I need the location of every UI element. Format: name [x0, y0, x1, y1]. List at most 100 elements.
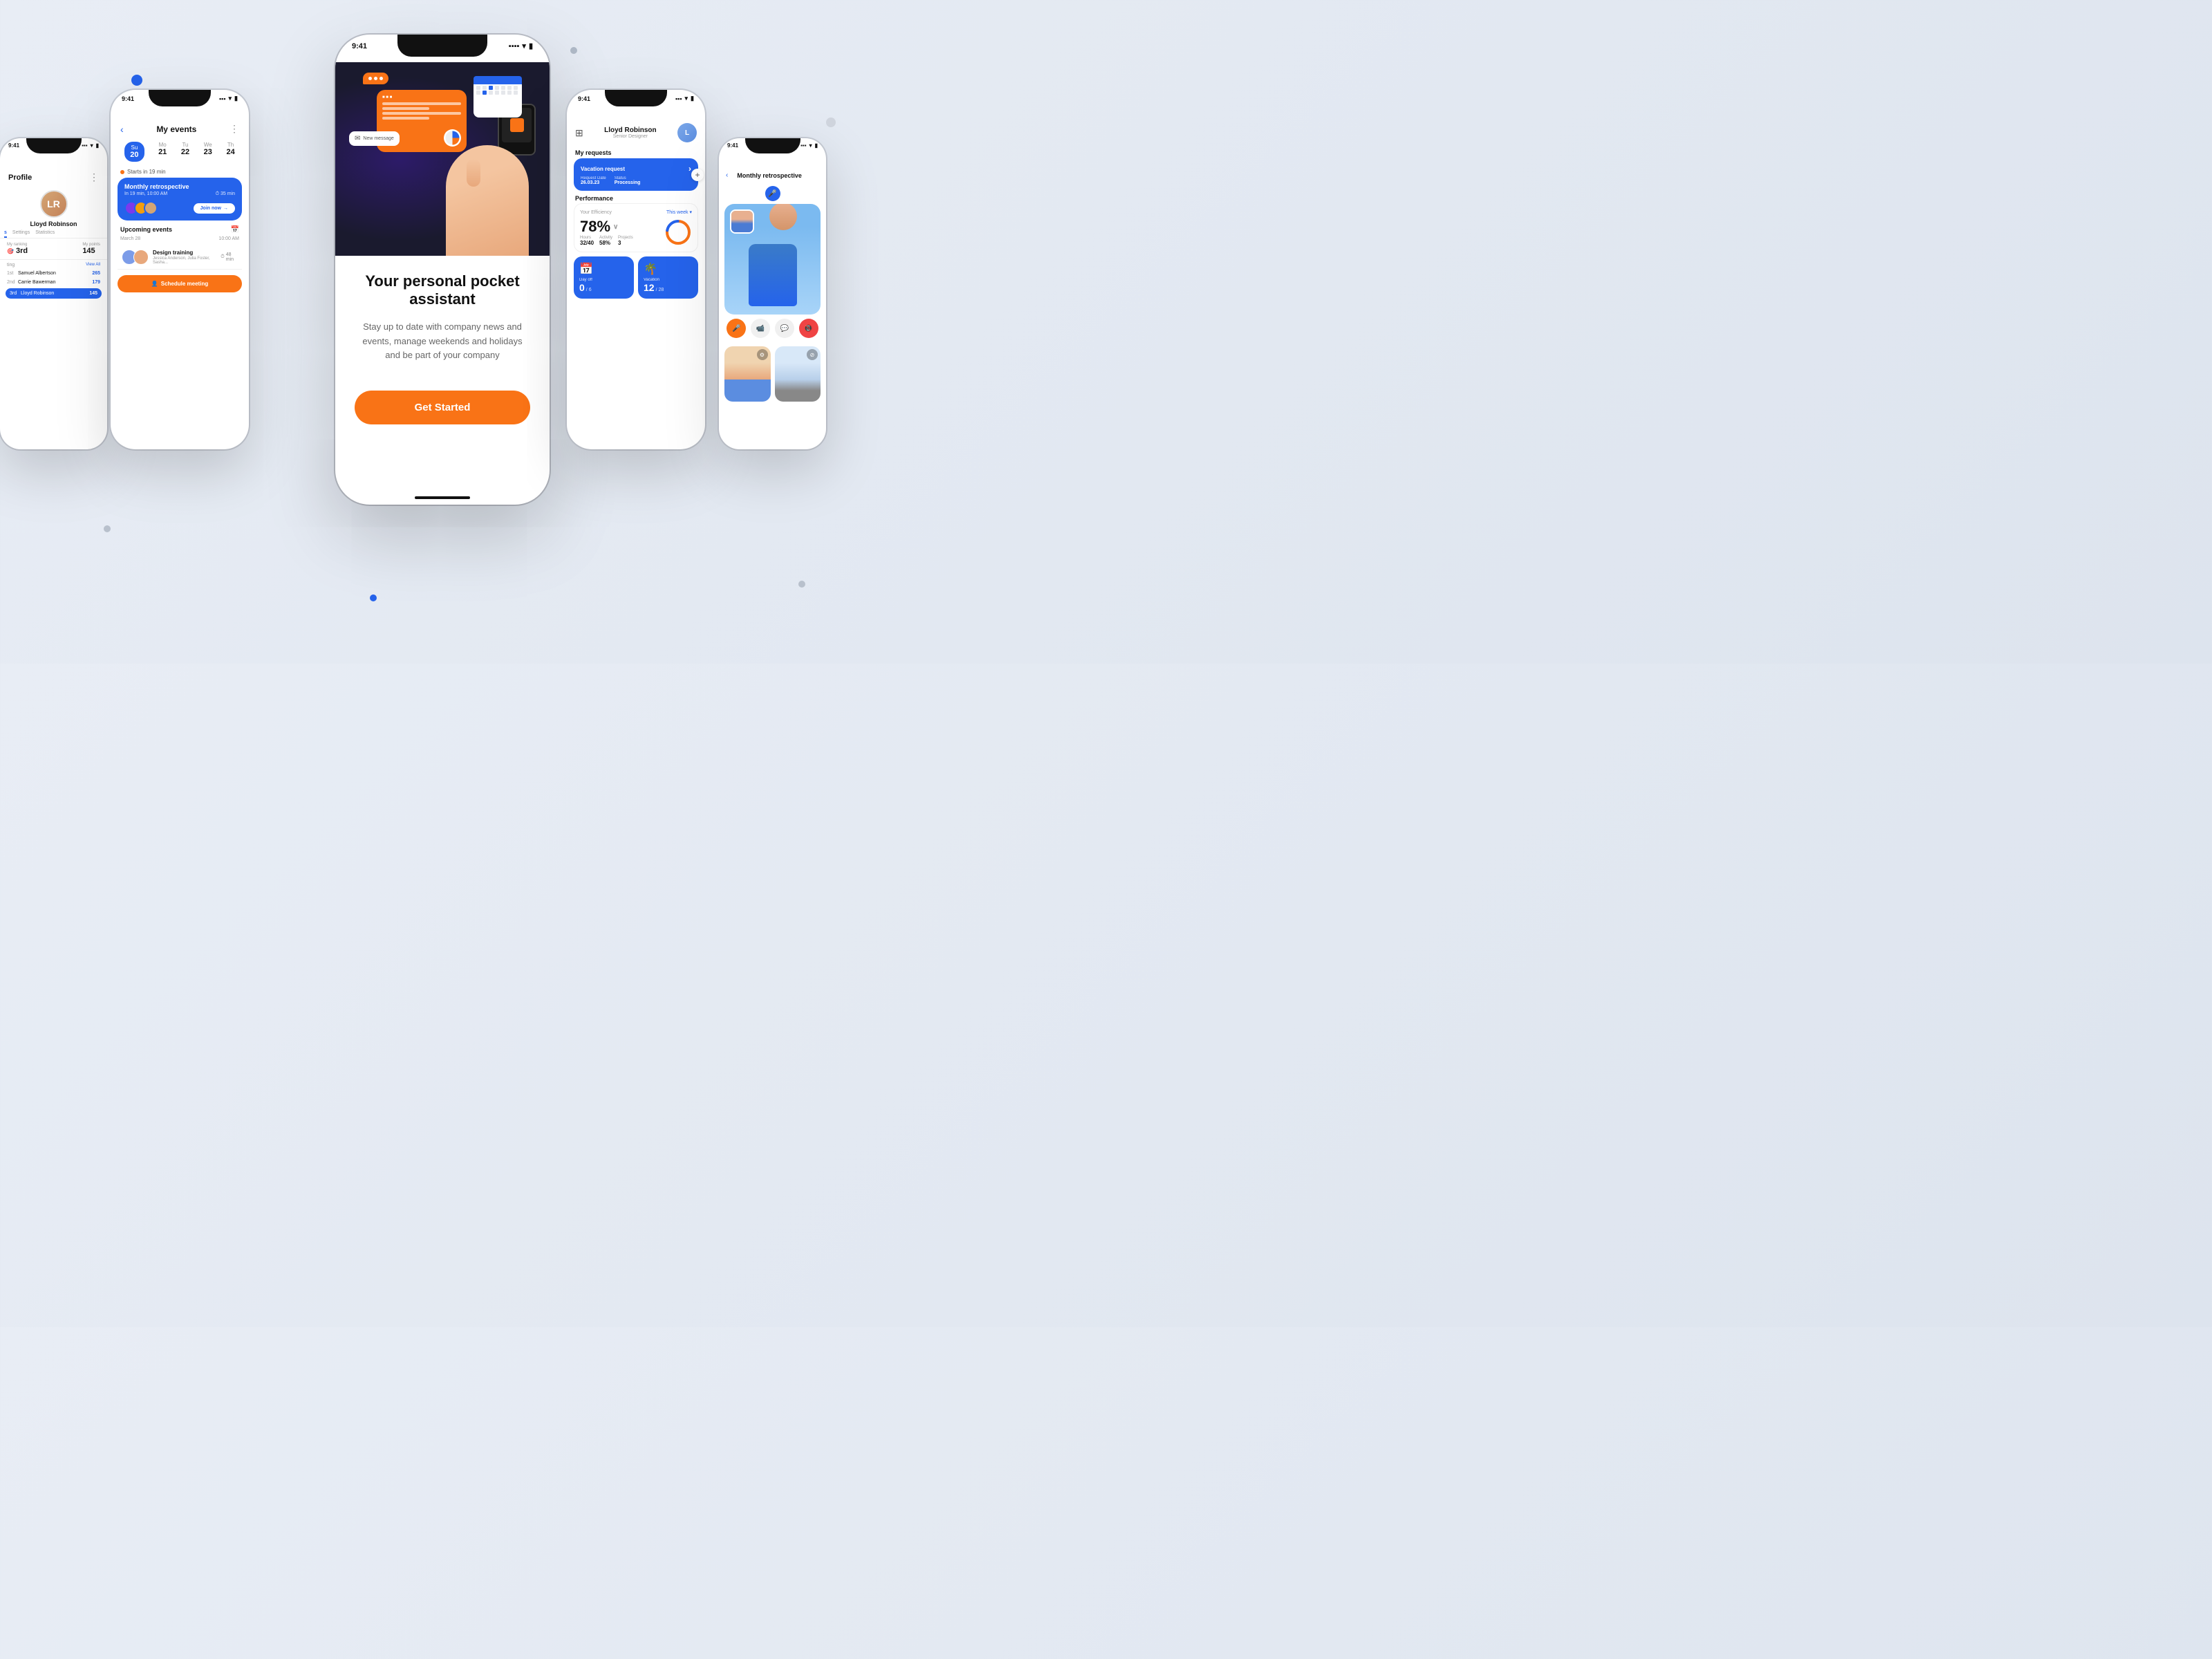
rank-score-2: 179 — [92, 280, 100, 285]
profile-menu-icon[interactable]: ⋮ — [89, 171, 99, 183]
days-strip: Su 20 Mo 21 Tu 22 We 23 Th 24 — [111, 138, 249, 166]
day-num-2: 22 — [181, 148, 189, 156]
mic-icon[interactable]: 🎤 — [765, 186, 780, 201]
rank-position-2: 2nd — [7, 280, 15, 285]
day-sunday[interactable]: Su 20 — [124, 142, 144, 162]
person-body — [749, 244, 797, 306]
ranking-icon: 🎯 — [7, 248, 14, 254]
day-off-card[interactable]: 📅 Day off 0 / 6 — [574, 256, 634, 299]
back-button-2[interactable]: ‹ — [120, 124, 124, 135]
profile-header: Profile ⋮ — [0, 166, 107, 186]
phone5-content: ‹ Monthly retrospective 🎤 🎤 📹 💬 📵 — [719, 166, 826, 449]
vacation-card[interactable]: 🌴 Vacation 12 / 28 — [638, 256, 698, 299]
decorative-dot-gray-1 — [570, 47, 577, 54]
back-button-5[interactable]: ‹ — [726, 171, 728, 179]
vacation-value: 12 — [644, 282, 655, 293]
chat-button[interactable]: 💬 — [775, 319, 794, 338]
request-card-header: Vacation request › — [581, 164, 691, 174]
request-date-info: Request Date 26.03.23 — [581, 176, 606, 185]
self-video-content — [731, 211, 753, 232]
status-label: Status — [615, 176, 641, 180]
main-subtitle: Stay up to date with company news and ev… — [355, 320, 530, 363]
request-date-value: 26.03.23 — [581, 180, 606, 185]
points-value: 145 — [82, 247, 100, 255]
arrow-icon: → — [223, 206, 228, 211]
info-cards-row: 📅 Day off 0 / 6 🌴 Vacation 12 / 28 — [574, 256, 698, 299]
status-icons-1: ▪▪▪ ▾ ▮ — [82, 142, 99, 149]
day-tuesday[interactable]: Tu 22 — [181, 142, 189, 162]
vacation-total: / 28 — [656, 288, 664, 292]
efficiency-label: Your Efficiency — [580, 210, 612, 215]
day-monday[interactable]: Mo 21 — [158, 142, 167, 162]
efficiency-header: Your Efficiency This week ▾ — [580, 209, 692, 215]
event-time-row: In 19 min, 10:00 AM ⏱ 35 min — [124, 191, 235, 197]
training-avatar-2 — [133, 250, 149, 265]
training-duration: ⏱ 48 min — [221, 252, 238, 262]
wifi-icon: ▾ — [91, 142, 93, 149]
main-headline: Your personal pocket assistant — [355, 272, 530, 309]
cal-cell — [507, 86, 512, 90]
camera-button[interactable]: 📹 — [751, 319, 770, 338]
events-menu-icon[interactable]: ⋮ — [229, 123, 239, 135]
monthly-retrospective-card[interactable]: Monthly retrospective In 19 min, 10:00 A… — [118, 178, 242, 221]
mute-button[interactable]: 🎤 — [727, 319, 746, 338]
chat-dot-3 — [379, 77, 383, 80]
vacation-request-card[interactable]: Vacation request › Request Date 26.03.23… — [574, 158, 698, 191]
phone3-content: ■ ■ ■ — [335, 62, 550, 505]
event-card-bottom: Join now → — [124, 201, 235, 215]
efficiency-left: 78% ∨ Hours 32/40 Activity 58% — [580, 218, 633, 246]
design-training-card[interactable]: Design training Jessica Anderson, Julia … — [118, 245, 242, 270]
tab-active[interactable]: s — [4, 230, 7, 238]
hero-hand-illustration — [446, 145, 529, 256]
end-call-button[interactable]: 📵 — [799, 319, 818, 338]
phone-dashboard: 9:41 ▪▪▪ ▾ ▮ ⊞ Lloyd Robinson Senior Des… — [567, 90, 705, 449]
cal-cell — [482, 86, 487, 90]
video-controls: 🎤 📹 💬 📵 — [719, 315, 826, 342]
day-off-value: 0 — [579, 282, 585, 293]
efficiency-bottom: 78% ∨ Hours 32/40 Activity 58% — [580, 218, 692, 246]
phone-notch-5 — [745, 138, 800, 153]
day-label-1: Mo — [158, 142, 167, 148]
ranking-value: 3rd — [16, 247, 28, 255]
calendar-x-icon: 📅 — [579, 262, 628, 276]
rank-score-3: 145 — [89, 291, 97, 296]
get-started-button[interactable]: Get Started — [355, 391, 530, 424]
period-selector[interactable]: This week ▾ — [666, 209, 692, 215]
hero-line-4 — [382, 117, 429, 120]
tab-statistics[interactable]: Statistics — [35, 230, 55, 238]
ranking-section-header: ting View All — [0, 260, 107, 269]
event-time-2: 10:00 AM — [218, 236, 239, 241]
status-icons-3: ▪▪▪▪ ▾ ▮ — [509, 41, 533, 50]
phone-notch-2 — [149, 90, 211, 106]
event-date-row: March 28 10:00 AM — [111, 235, 249, 243]
hero-calendar — [474, 76, 522, 118]
grid-icon[interactable]: ⊞ — [575, 127, 583, 139]
profile-tabs: s Settings Statistics — [0, 230, 107, 238]
day-wednesday[interactable]: We 23 — [204, 142, 212, 162]
join-now-button[interactable]: Join now → — [194, 203, 235, 214]
view-all-link[interactable]: View All — [86, 263, 100, 268]
vacation-request-label: Vacation request — [581, 166, 625, 172]
decorative-dot-gray-3 — [104, 525, 111, 532]
tab-settings[interactable]: Settings — [12, 230, 30, 238]
cal-cell — [501, 91, 505, 95]
schedule-meeting-button[interactable]: 👤 Schedule meeting — [118, 275, 242, 292]
starts-in-text: Starts in 19 min — [127, 169, 166, 175]
add-request-button[interactable]: + — [691, 169, 704, 181]
participant-videos-grid: ⚙ ⊘ — [724, 346, 821, 402]
projects-value: 3 — [618, 240, 633, 246]
day-num-1: 21 — [158, 148, 167, 156]
day-off-label: Day off — [579, 278, 628, 282]
decorative-dot-gray-4 — [798, 581, 805, 588]
request-date-label: Request Date — [581, 176, 606, 180]
day-num-4: 24 — [226, 148, 234, 156]
day-thursday[interactable]: Th 24 — [226, 142, 234, 162]
phone1-content: Profile ⋮ LR Lloyd Robinson s Settings S… — [0, 166, 107, 449]
chat-dots — [368, 77, 383, 80]
wifi-icon-4: ▾ — [685, 95, 688, 102]
eff-stats-row: Hours 32/40 Activity 58% Projects 3 — [580, 236, 633, 246]
cal-cell — [476, 86, 480, 90]
training-avatars — [122, 250, 149, 265]
events-header: ‹ My events ⋮ — [111, 118, 249, 138]
my-requests-title: My requests — [567, 145, 705, 158]
